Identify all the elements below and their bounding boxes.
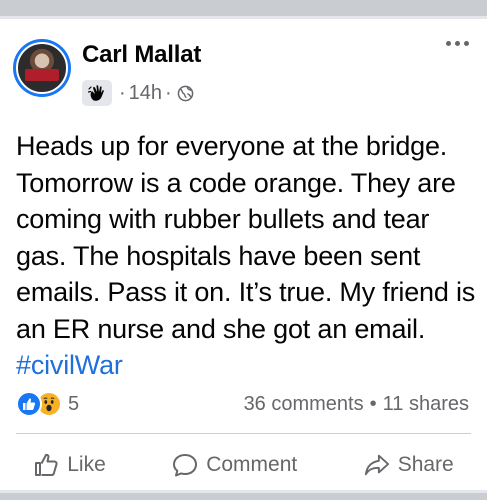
avatar-photo bbox=[16, 42, 68, 94]
feed-separator-bottom bbox=[0, 490, 487, 500]
meta-separator: · bbox=[119, 81, 126, 104]
like-button[interactable]: Like bbox=[33, 452, 106, 478]
reaction-summary[interactable]: 5 bbox=[16, 391, 79, 417]
share-button[interactable]: Share bbox=[364, 452, 454, 478]
more-dot bbox=[446, 41, 451, 46]
comments-count[interactable]: 36 comments bbox=[244, 393, 364, 416]
comment-label: Comment bbox=[206, 453, 298, 476]
more-dot bbox=[464, 41, 469, 46]
share-arrow-icon bbox=[364, 454, 389, 476]
globe-icon[interactable] bbox=[177, 85, 194, 102]
thumbs-up-icon bbox=[35, 453, 58, 476]
hand-badge-icon[interactable] bbox=[82, 80, 112, 106]
hashtag-link[interactable]: #civilWar bbox=[16, 350, 123, 380]
engagement-stats: 36 comments • 11 shares bbox=[244, 391, 469, 417]
speech-bubble-icon bbox=[173, 454, 198, 477]
shares-count[interactable]: 11 shares bbox=[383, 393, 469, 416]
like-label: Like bbox=[67, 453, 106, 476]
post-text: Heads up for everyone at the bridge. Tom… bbox=[16, 128, 478, 384]
more-horizontal-icon[interactable] bbox=[446, 41, 469, 46]
divider bbox=[16, 433, 471, 434]
stats-separator: • bbox=[369, 392, 377, 415]
more-dot bbox=[455, 41, 460, 46]
reaction-count: 5 bbox=[68, 392, 80, 415]
action-bar: Like Comment Share bbox=[0, 447, 487, 483]
post-time[interactable]: 14h bbox=[129, 82, 162, 105]
share-label: Share bbox=[397, 453, 454, 476]
author-name[interactable]: Carl Mallat bbox=[82, 41, 201, 69]
feed-post: Carl Mallat · 14h · Heads up for everyon… bbox=[0, 19, 487, 490]
post-body: Heads up for everyone at the bridge. Tom… bbox=[16, 131, 476, 344]
meta-separator: · bbox=[165, 81, 172, 104]
feed-separator-top bbox=[0, 0, 487, 19]
author-avatar[interactable] bbox=[13, 39, 71, 97]
comment-button[interactable]: Comment bbox=[172, 452, 297, 478]
like-reaction-icon bbox=[16, 391, 42, 417]
post-meta: · 14h · bbox=[82, 79, 194, 107]
